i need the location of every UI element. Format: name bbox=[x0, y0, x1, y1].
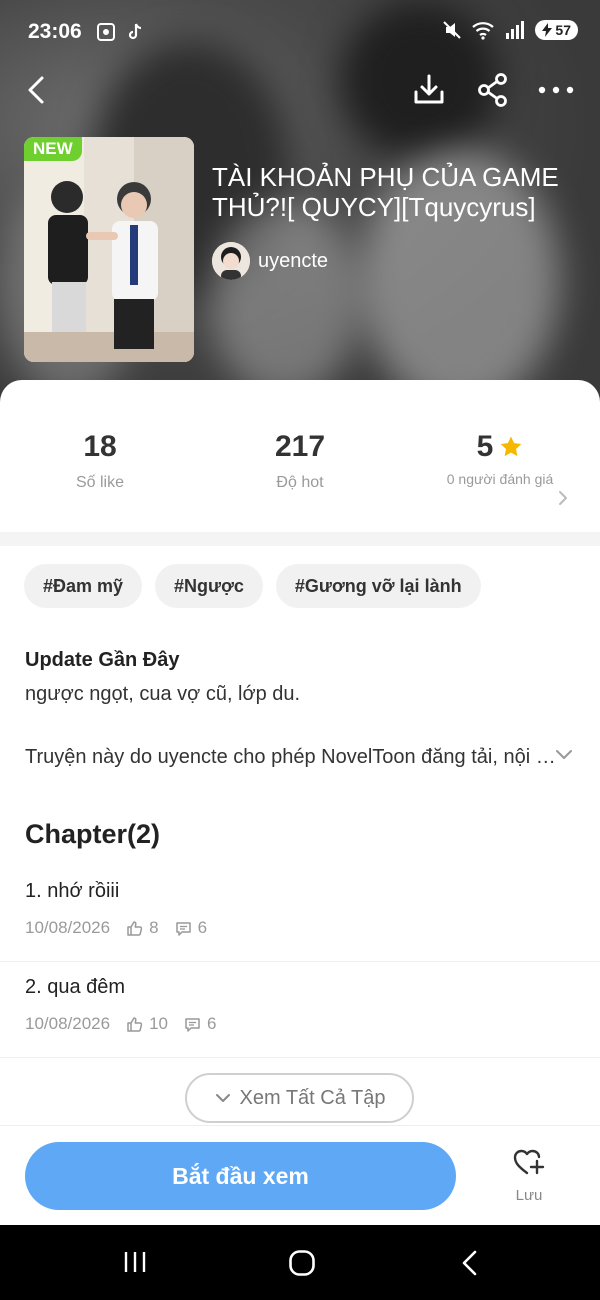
download-icon bbox=[414, 74, 444, 104]
description-text: Truyện này do uyencte cho phép NovelToon… bbox=[25, 746, 565, 768]
chapter-date: 10/08/2026 bbox=[25, 1014, 111, 1033]
share-icon bbox=[478, 73, 507, 107]
screen-recording-icon bbox=[97, 23, 115, 41]
see-all-chapters-button[interactable]: Xem Tất Cả Tập bbox=[185, 1073, 414, 1123]
mute-icon bbox=[443, 21, 462, 39]
recent-apps-button[interactable] bbox=[122, 1249, 148, 1280]
chapter-heading: Chapter(2) bbox=[25, 819, 161, 849]
avatar-image bbox=[212, 242, 250, 280]
likes-label: Số like bbox=[75, 474, 125, 491]
author-name: uyencte bbox=[258, 249, 329, 272]
tag-list: #Đam mỹ #Ngược #Gương vỡ lại lành bbox=[24, 564, 481, 608]
home-button[interactable] bbox=[288, 1249, 316, 1282]
back-arrow-icon bbox=[462, 1250, 477, 1276]
chapter-comments: 6 bbox=[207, 1014, 217, 1033]
chapter-item[interactable]: 2. qua đêm 10/08/2026 10 6 bbox=[0, 962, 600, 1058]
battery-indicator: 57 bbox=[535, 20, 578, 40]
charging-icon bbox=[542, 23, 553, 37]
see-all-label: Xem Tất Cả Tập bbox=[239, 1086, 386, 1109]
stats-row: 18 Số like 217 Độ hot 5 0 người đánh giá bbox=[0, 430, 600, 530]
status-time: 23:06 bbox=[28, 20, 82, 43]
chapter-comments: 6 bbox=[197, 918, 208, 937]
more-icon bbox=[538, 86, 574, 94]
chapter-title: 1. nhớ rồiii bbox=[25, 880, 120, 902]
save-label: Lưu bbox=[515, 1187, 543, 1204]
share-button[interactable] bbox=[476, 72, 510, 108]
signal-icon bbox=[506, 21, 525, 39]
book-title: TÀI KHOẢN PHỤ CỦA GAME THỦ?![ QUYCY][Tqu… bbox=[212, 162, 559, 222]
hot-value: 217 bbox=[274, 430, 326, 463]
tag-chip[interactable]: #Đam mỹ bbox=[24, 564, 143, 608]
rating-stat[interactable]: 5 0 người đánh giá bbox=[400, 430, 600, 505]
star-icon bbox=[501, 436, 522, 457]
hot-label: Độ hot bbox=[276, 474, 324, 491]
expand-description-button[interactable] bbox=[554, 748, 574, 767]
heart-plus-icon bbox=[513, 1149, 545, 1175]
chevron-down-icon bbox=[215, 1094, 230, 1102]
thumbs-up-icon bbox=[127, 1016, 143, 1032]
book-header: 23:06 57 NEW TÀI KHOẢN PHỤ CỦA GAME THỦ?… bbox=[0, 0, 600, 420]
comment-icon bbox=[185, 1017, 200, 1032]
update-text: ngược ngọt, cua vợ cũ, lớp du. bbox=[25, 683, 301, 705]
chapter-meta: 10/08/2026 8 6 bbox=[25, 918, 223, 938]
save-button[interactable]: Lưu bbox=[494, 1146, 564, 1204]
tag-chip[interactable]: #Ngược bbox=[155, 564, 263, 608]
thumbs-up-icon bbox=[127, 920, 143, 936]
new-badge: NEW bbox=[24, 137, 82, 161]
chapter-likes: 10 bbox=[149, 1014, 169, 1033]
cover-image bbox=[24, 137, 194, 362]
system-navigation-bar bbox=[0, 1225, 600, 1300]
author-link[interactable]: uyencte bbox=[212, 242, 328, 280]
chapter-meta: 10/08/2026 10 6 bbox=[25, 1014, 232, 1034]
chapter-likes: 8 bbox=[149, 918, 159, 937]
chapter-title: 2. qua đêm bbox=[25, 976, 126, 998]
system-back-button[interactable] bbox=[459, 1249, 481, 1282]
battery-level: 57 bbox=[555, 22, 571, 38]
rating-value: 5 bbox=[476, 430, 494, 463]
likes-stat: 18 Số like bbox=[0, 430, 200, 492]
status-bar: 23:06 57 bbox=[0, 14, 600, 50]
chapter-item[interactable]: 1. nhớ rồiii 10/08/2026 8 6 bbox=[0, 866, 600, 962]
tiktok-icon bbox=[128, 23, 142, 40]
chapter-date: 10/08/2026 bbox=[25, 918, 111, 937]
back-button[interactable] bbox=[22, 72, 52, 108]
book-detail-card: 18 Số like 217 Độ hot 5 0 người đánh giá… bbox=[0, 380, 600, 1225]
chevron-down-icon bbox=[556, 750, 572, 759]
author-avatar bbox=[212, 242, 250, 280]
download-button[interactable] bbox=[412, 72, 446, 108]
tag-chip[interactable]: #Gương vỡ lại lành bbox=[275, 564, 481, 608]
book-cover[interactable]: NEW bbox=[24, 137, 194, 362]
bottom-action-bar: Bắt đầu xem Lưu bbox=[0, 1125, 600, 1225]
likes-value: 18 bbox=[83, 430, 117, 463]
more-options-button[interactable] bbox=[536, 72, 576, 108]
hot-stat: 217 Độ hot bbox=[200, 430, 400, 492]
recent-apps-icon bbox=[124, 1252, 146, 1272]
rating-label: 0 người đánh giá bbox=[446, 471, 554, 487]
start-reading-button[interactable]: Bắt đầu xem bbox=[25, 1142, 456, 1210]
comment-icon bbox=[175, 921, 191, 936]
chevron-left-icon bbox=[28, 76, 44, 104]
wifi-icon bbox=[472, 22, 495, 40]
section-divider bbox=[0, 532, 600, 546]
top-navigation bbox=[0, 70, 600, 110]
chevron-right-icon bbox=[559, 491, 567, 505]
home-icon bbox=[289, 1250, 315, 1276]
update-heading: Update Gần Đây bbox=[25, 649, 180, 671]
